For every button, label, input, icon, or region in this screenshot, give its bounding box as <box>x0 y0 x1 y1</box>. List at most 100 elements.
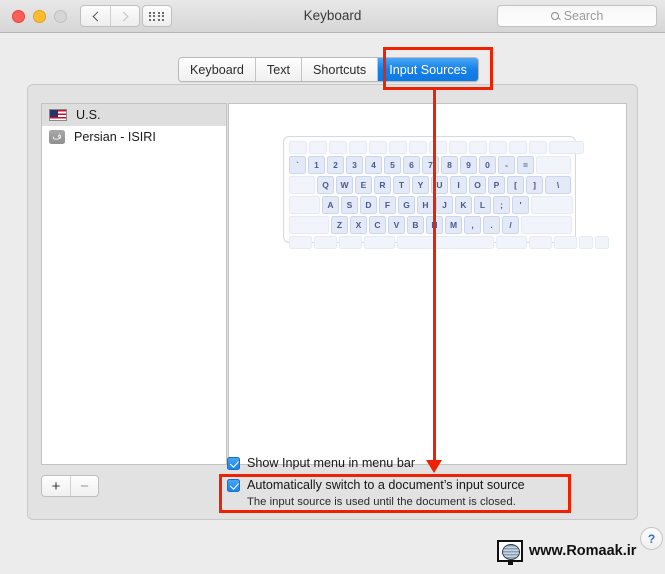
list-item-label: U.S. <box>76 108 101 122</box>
us-flag-icon <box>49 109 67 121</box>
keyboard-key: F <box>379 196 396 214</box>
keyboard-key-blank <box>409 141 427 154</box>
keyboard-row: A S D F G H J K L; ' <box>289 196 573 214</box>
keyboard-key: I <box>450 176 467 194</box>
keyboard-key: , <box>464 216 481 234</box>
keyboard-key: ' <box>512 196 529 214</box>
preference-tabs: Keyboard Text Shortcuts Input Sources <box>178 57 479 82</box>
checkbox-checked-icon[interactable] <box>227 478 240 492</box>
keyboard-key: K <box>455 196 472 214</box>
search-placeholder: Search <box>563 9 604 23</box>
keyboard-key: \ <box>545 176 571 194</box>
keyboard-key-blank <box>531 196 573 214</box>
keyboard-key-blank <box>579 236 593 249</box>
keyboard-key-blank <box>364 236 395 249</box>
keyboard-key-blank <box>309 141 327 154</box>
keyboard-key-blank <box>549 141 584 154</box>
keyboard-key-blank <box>554 236 577 249</box>
keyboard-key: H <box>417 196 434 214</box>
annotation-arrow-line <box>433 88 436 464</box>
keyboard-key-blank <box>489 141 507 154</box>
keyboard-row: ZXCVBNM,./ <box>289 216 572 234</box>
keyboard-key: T <box>393 176 410 194</box>
keyboard-key: 3 <box>346 156 363 174</box>
keyboard-key: 0 <box>479 156 496 174</box>
input-source-list[interactable]: U.S. ف Persian - ISIRI <box>41 103 227 465</box>
keyboard-key: D <box>360 196 377 214</box>
tab-keyboard[interactable]: Keyboard <box>179 58 255 81</box>
keyboard-key: C <box>369 216 386 234</box>
auto-switch-sublabel: The input source is used until the docum… <box>247 496 516 508</box>
keyboard-key: R <box>374 176 391 194</box>
tab-text[interactable]: Text <box>254 58 302 81</box>
tab-input-sources[interactable]: Input Sources <box>377 58 478 81</box>
keyboard-key-blank <box>496 236 527 249</box>
keyboard-key-blank <box>289 176 315 194</box>
keyboard-key: 4 <box>365 156 382 174</box>
keyboard-key-blank <box>529 141 547 154</box>
keyboard-key-blank <box>595 236 609 249</box>
keyboard-key-blank <box>389 141 407 154</box>
keyboard-preview-area: ` 1 2 3 4 5 6 7 8 9 0- = Q W E R T Y U I O P[] \ A S D F G H J K L; ' Z X C… <box>228 103 627 465</box>
list-add-remove-buttons: + − <box>41 475 99 497</box>
keyboard-key: / <box>502 216 519 234</box>
keyboard-key: J <box>436 196 453 214</box>
keyboard-key-blank <box>449 141 467 154</box>
keyboard-key: ; <box>493 196 510 214</box>
keyboard-key: L <box>474 196 491 214</box>
keyboard-key-blank <box>521 216 572 234</box>
keyboard-key-blank <box>289 141 307 154</box>
keyboard-key: M <box>445 216 462 234</box>
keyboard-key: 6 <box>403 156 420 174</box>
keyboard-key: ] <box>526 176 543 194</box>
annotation-arrow-head <box>426 460 442 473</box>
keyboard-row <box>289 141 584 154</box>
list-item-us[interactable]: U.S. <box>42 104 226 126</box>
keyboard-key-blank <box>339 236 362 249</box>
keyboard-key: E <box>355 176 372 194</box>
keyboard-key: Y <box>412 176 429 194</box>
keyboard-key: A <box>322 196 339 214</box>
help-button[interactable]: ? <box>640 527 663 550</box>
persian-letter-icon: ف <box>49 130 65 144</box>
list-item-persian[interactable]: ف Persian - ISIRI <box>42 126 226 148</box>
keyboard-key: = <box>517 156 534 174</box>
keyboard-key: P <box>488 176 505 194</box>
keyboard-key: 1 <box>308 156 325 174</box>
keyboard-key-blank <box>536 156 571 174</box>
keyboard-layout-preview: ` 1 2 3 4 5 6 7 8 9 0- = Q W E R T Y U I O P[] \ A S D F G H J K L; ' Z X C… <box>283 136 609 249</box>
keyboard-key: S <box>341 196 358 214</box>
remove-input-source-button[interactable]: − <box>70 476 98 496</box>
search-input[interactable]: Search <box>497 5 657 27</box>
add-input-source-button[interactable]: + <box>42 476 70 496</box>
search-icon <box>550 12 559 20</box>
keyboard-row: ` 1 2 3 4 5 6 7 8 9 0- = <box>289 156 571 174</box>
keyboard-key-blank <box>469 141 487 154</box>
keyboard-key: O <box>469 176 486 194</box>
watermark-text: www.Romaak.ir <box>529 543 637 559</box>
auto-switch-option[interactable]: Automatically switch to a document’s inp… <box>227 478 525 492</box>
keyboard-key-blank <box>429 141 447 154</box>
keyboard-key: G <box>398 196 415 214</box>
keyboard-key: 9 <box>460 156 477 174</box>
window-titlebar: Keyboard Search <box>0 0 665 33</box>
keyboard-key-blank <box>289 216 329 234</box>
keyboard-key-blank <box>509 141 527 154</box>
show-input-menu-option[interactable]: Show Input menu in menu bar <box>227 456 415 470</box>
watermark: www.Romaak.ir <box>497 540 637 565</box>
keyboard-key: V <box>388 216 405 234</box>
keyboard-key: . <box>483 216 500 234</box>
tab-shortcuts[interactable]: Shortcuts <box>301 58 378 81</box>
keyboard-key: [ <box>507 176 524 194</box>
keyboard-key: ` <box>289 156 306 174</box>
keyboard-key-blank <box>349 141 367 154</box>
preferences-window: Keyboard Search Keyboard Text Shortcuts … <box>0 0 665 574</box>
keyboard-row: Q W E R T Y U I O P[] \ <box>289 176 571 194</box>
globe-monitor-icon <box>497 540 523 565</box>
keyboard-key: Z <box>331 216 348 234</box>
keyboard-row <box>289 236 609 249</box>
checkbox-checked-icon[interactable] <box>227 456 240 470</box>
keyboard-key: 7 <box>422 156 439 174</box>
keyboard-key: B <box>407 216 424 234</box>
option-label: Show Input menu in menu bar <box>247 456 416 470</box>
